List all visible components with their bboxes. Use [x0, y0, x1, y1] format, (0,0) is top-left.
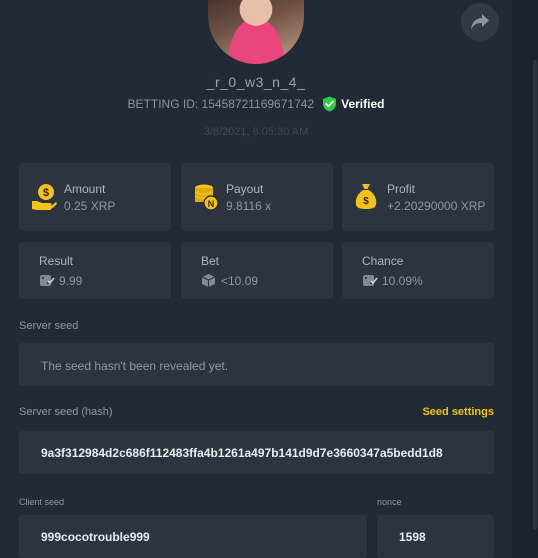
- server-hash-field[interactable]: 9a3f312984d2c686f112483ffa4b1261a497b141…: [19, 431, 494, 474]
- amount-value: 0.25 XRP: [64, 199, 116, 213]
- payout-label: Payout: [226, 182, 264, 196]
- amount-card: $ Amount 0.25 XRP: [19, 163, 171, 231]
- bet-id-row: BETTING ID: 15458721169671742 Verified: [0, 96, 512, 112]
- client-seed-label: Client seed: [19, 497, 65, 507]
- nonce-field[interactable]: 1598: [377, 515, 494, 558]
- profit-value: +2.20290000 XRP: [387, 199, 486, 213]
- payout-card: N Payout 9.8116 x: [181, 163, 333, 231]
- scrollbar[interactable]: [533, 60, 537, 530]
- verified-label: Verified: [341, 97, 385, 111]
- amount-label: Amount: [64, 182, 106, 196]
- seed-settings-link[interactable]: Seed settings: [422, 406, 494, 418]
- share-icon: [471, 14, 489, 30]
- svg-text:$: $: [43, 187, 49, 199]
- dice-icon: [363, 275, 378, 286]
- server-seed-text: The seed hasn't been revealed yet.: [41, 359, 229, 373]
- profit-label: Profit: [387, 182, 416, 196]
- profit-card: $ Profit +2.20290000 XRP: [342, 163, 494, 231]
- bet-value: <10.09: [221, 274, 259, 288]
- server-hash-value[interactable]: 9a3f312984d2c686f112483ffa4b1261a497b141…: [41, 446, 473, 460]
- svg-text:$: $: [363, 196, 369, 207]
- bet-id: BETTING ID: 15458721169671742: [127, 97, 315, 111]
- client-seed-field[interactable]: 999cocotrouble999: [19, 515, 367, 558]
- server-hash-label: Server seed (hash): [19, 406, 113, 418]
- share-button[interactable]: [461, 3, 499, 41]
- coin-hand-icon: $: [32, 184, 57, 210]
- server-seed-label: Server seed: [19, 320, 79, 332]
- bet-card: Bet <10.09: [181, 242, 333, 299]
- coin-stack-icon: N: [194, 184, 219, 211]
- nonce-label: nonce: [377, 497, 402, 507]
- svg-text:N: N: [208, 199, 215, 209]
- username[interactable]: _r_0_w3_n_4_: [0, 74, 512, 90]
- bet-label: Bet: [201, 254, 220, 268]
- chance-label: Chance: [362, 254, 404, 268]
- nonce-value[interactable]: 1598: [399, 530, 426, 544]
- verified-badge: Verified: [322, 96, 384, 112]
- dice-icon: [40, 275, 55, 286]
- money-bag-icon: $: [355, 184, 377, 209]
- verified-check-icon: [323, 96, 337, 112]
- result-label: Result: [39, 254, 74, 268]
- server-seed-field: The seed hasn't been revealed yet.: [19, 343, 494, 386]
- chance-value: 10.09%: [382, 274, 423, 288]
- result-card: Result 9.99: [19, 242, 171, 299]
- cube-icon: [201, 274, 216, 287]
- chance-card: Chance 10.09%: [342, 242, 494, 299]
- payout-value: 9.8116 x: [226, 199, 272, 213]
- client-seed-value[interactable]: 999cocotrouble999: [41, 530, 150, 544]
- result-value: 9.99: [59, 274, 83, 288]
- bet-date: 3/8/2021, 8:05:30 AM: [203, 126, 309, 138]
